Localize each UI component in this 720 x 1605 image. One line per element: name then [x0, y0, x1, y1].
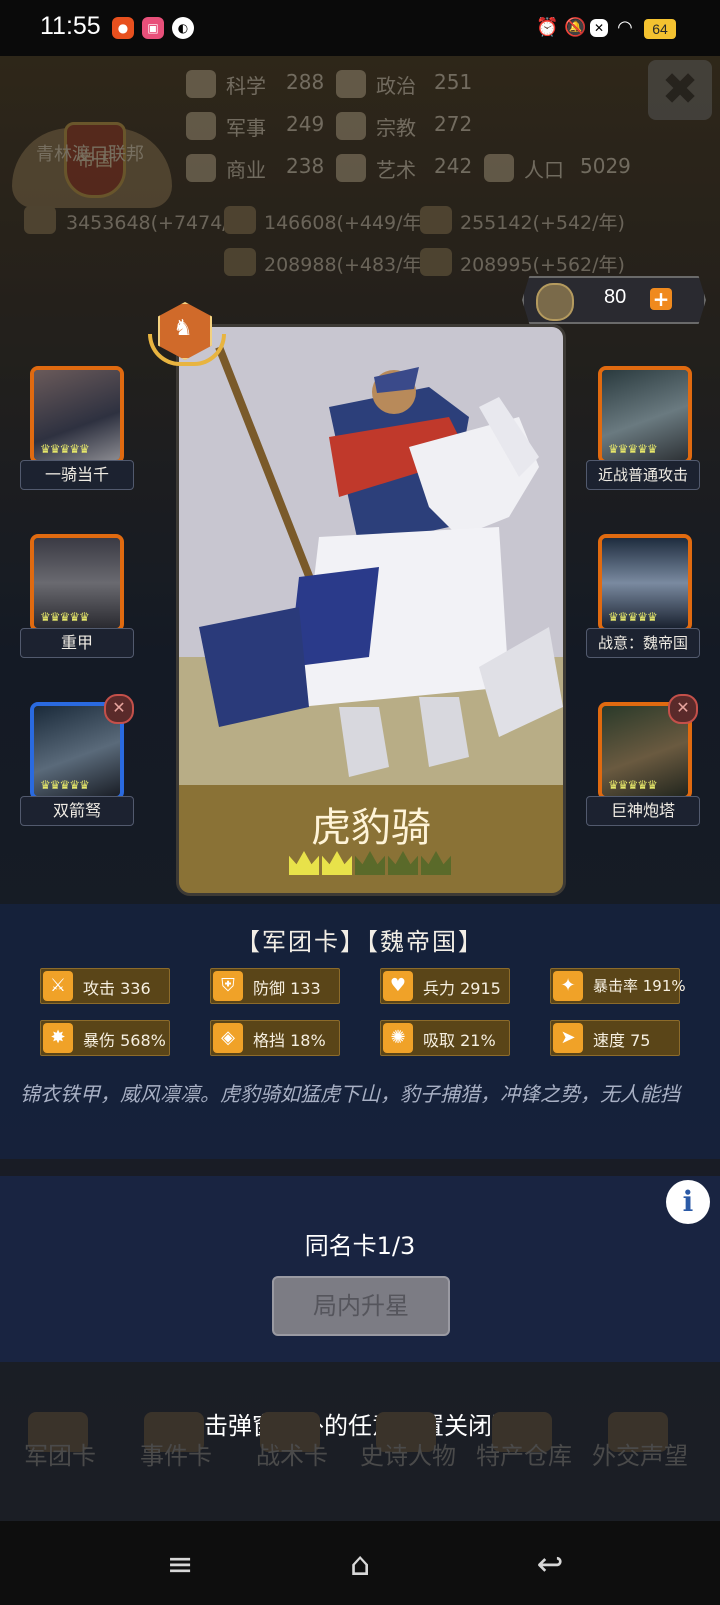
close-box-icon: ✕	[590, 19, 608, 37]
crit-rate-icon: ✦	[553, 971, 583, 1001]
stat-text: 暴击率 191%	[593, 977, 686, 995]
info-icon[interactable]: i	[666, 1180, 710, 1224]
heart-icon: ♥	[383, 971, 413, 1001]
card-tags: 【军团卡】【魏帝国】	[236, 928, 484, 956]
crown-empty-icon	[388, 851, 418, 875]
tab-legion-cards[interactable]: 军团卡	[2, 1436, 118, 1471]
battery-indicator: 64	[644, 19, 676, 39]
sword-icon: ⚔	[43, 971, 73, 1001]
alarm-icon: ⏰	[536, 17, 559, 38]
stat-chip-defense: ⛨ 防御 133	[210, 968, 340, 1004]
skill-crowns: ♛♛♛♛♛	[40, 778, 90, 792]
unit-card: 虎豹骑	[176, 324, 566, 896]
knight-chess-icon: ♞	[173, 316, 193, 341]
skill-card[interactable]: ♛♛♛♛♛	[30, 366, 124, 464]
wifi-icon: ◠	[617, 17, 633, 38]
skill-crowns: ♛♛♛♛♛	[608, 442, 658, 456]
stat-text: 速度 75	[593, 1031, 651, 1050]
app-icon-white: ◐	[172, 17, 194, 39]
status-bar	[0, 0, 720, 56]
currency-pill: 80 +	[522, 276, 706, 324]
crown-empty-icon	[421, 851, 451, 875]
lifesteal-icon: ✺	[383, 1023, 413, 1053]
cavalry-class-badge: ♞	[148, 302, 226, 366]
speed-icon: ➤	[553, 1023, 583, 1053]
app-icon-pink: ▣	[142, 17, 164, 39]
stat-chip-attack: ⚔ 攻击 336	[40, 968, 170, 1004]
skill-card[interactable]: ♛♛♛♛♛	[598, 366, 692, 464]
home-icon[interactable]: ⌂	[340, 1544, 380, 1584]
stat-text: 暴伤 568%	[83, 1031, 166, 1050]
skill-label: 双箭驽	[20, 796, 134, 826]
app-icon-orange: ●	[112, 17, 134, 39]
skill-slot-left-2[interactable]: ♛♛♛♛♛	[30, 534, 124, 632]
mute-icon: 🔕	[564, 17, 587, 38]
stat-text: 防御 133	[253, 979, 321, 998]
stat-chip-troops: ♥ 兵力 2915	[380, 968, 510, 1004]
skill-slot-right-1[interactable]: ♛♛♛♛♛	[598, 366, 692, 464]
tab-epic-heroes[interactable]: 史诗人物	[350, 1436, 466, 1471]
card-description: 锦衣铁甲，威风凛凛。虎豹骑如猛虎下山，豹子捕猎，冲锋之势，无人能挡	[20, 1082, 680, 1106]
medal-icon	[536, 283, 574, 321]
crown-empty-icon	[355, 851, 385, 875]
skill-crowns: ♛♛♛♛♛	[608, 778, 658, 792]
card-info-panel: 【军团卡】【魏帝国】 ⚔ 攻击 336 ⛨ 防御 133 ♥ 兵力 2915 ✦…	[0, 904, 720, 1159]
duplicate-card-count: 同名卡1/3	[304, 1232, 416, 1260]
stat-text: 攻击 336	[83, 979, 151, 998]
cavalry-illustration	[179, 327, 563, 785]
stat-text: 兵力 2915	[423, 979, 501, 998]
in-game-upgrade-button[interactable]: 局内升星	[272, 1276, 450, 1336]
skill-card[interactable]: ♛♛♛♛♛	[598, 534, 692, 632]
skill-label: 近战普通攻击	[586, 460, 700, 490]
tab-specialty-warehouse[interactable]: 特产仓库	[466, 1436, 582, 1471]
card-name-bar: 虎豹骑	[179, 785, 563, 893]
currency-value: 80	[604, 286, 627, 308]
tab-tactic-cards[interactable]: 战术卡	[234, 1436, 350, 1471]
skill-label: 一骑当千	[20, 460, 134, 490]
add-currency-button[interactable]: +	[650, 288, 672, 310]
stat-chip-crit-damage: ✸ 暴伤 568%	[40, 1020, 170, 1056]
tab-event-cards[interactable]: 事件卡	[118, 1436, 234, 1471]
skill-label: 战意：魏帝国	[586, 628, 700, 658]
stat-text: 格挡 18%	[253, 1031, 326, 1050]
remove-skill-icon[interactable]: ✕	[668, 694, 698, 724]
back-icon[interactable]: ↩	[530, 1544, 570, 1584]
skill-card[interactable]: ♛♛♛♛♛	[30, 534, 124, 632]
menu-icon[interactable]: ≡	[160, 1544, 200, 1584]
stat-chip-crit-rate: ✦ 暴击率 191%	[550, 968, 686, 1004]
stat-chip-block: ◈ 格挡 18%	[210, 1020, 340, 1056]
stat-chip-speed: ➤ 速度 75	[550, 1020, 680, 1056]
crown-filled-icon	[322, 851, 352, 875]
remove-skill-icon[interactable]: ✕	[104, 694, 134, 724]
skill-slot-right-2[interactable]: ♛♛♛♛♛	[598, 534, 692, 632]
skill-crowns: ♛♛♛♛♛	[40, 610, 90, 624]
skill-label: 巨神炮塔	[586, 796, 700, 826]
stat-chip-lifesteal: ✺ 吸取 21%	[380, 1020, 510, 1056]
skill-crowns: ♛♛♛♛♛	[40, 442, 90, 456]
card-name: 虎豹骑	[311, 805, 431, 851]
crown-filled-icon	[289, 851, 319, 875]
tab-diplomacy[interactable]: 外交声望	[582, 1436, 698, 1471]
shield-icon: ⛨	[213, 971, 243, 1001]
skill-slot-left-1[interactable]: ♛♛♛♛♛	[30, 366, 124, 464]
skill-crowns: ♛♛♛♛♛	[608, 610, 658, 624]
card-star-rating	[289, 851, 459, 879]
skill-label: 重甲	[20, 628, 134, 658]
block-icon: ◈	[213, 1023, 243, 1053]
status-clock: 11:55	[40, 12, 101, 40]
stat-text: 吸取 21%	[423, 1031, 496, 1050]
crit-damage-icon: ✸	[43, 1023, 73, 1053]
